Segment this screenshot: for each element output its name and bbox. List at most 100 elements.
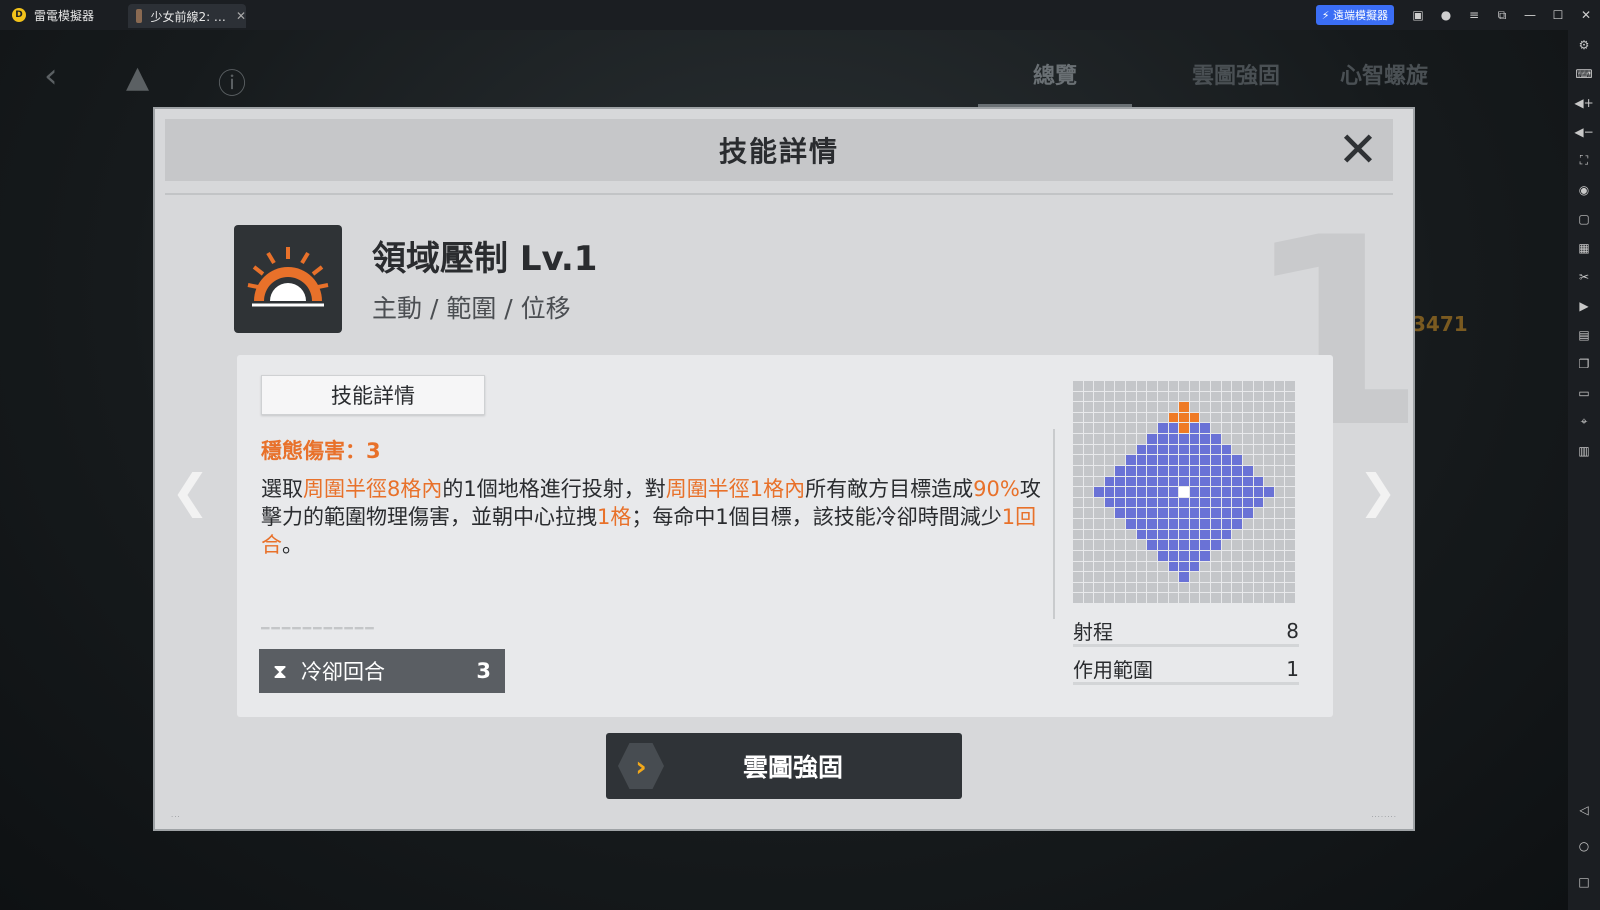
grid-cell	[1211, 465, 1221, 476]
grid-cell	[1083, 572, 1094, 582]
tab-cloud-enhance[interactable]: 雲圖強固	[1192, 58, 1280, 107]
grid-cell	[1242, 465, 1253, 476]
next-skill-arrow-icon[interactable]: ❯	[1358, 464, 1397, 518]
grid-cell	[1126, 444, 1136, 455]
grid-cell	[1104, 465, 1115, 476]
grid-cell	[1115, 550, 1126, 561]
grid-cell	[1211, 593, 1221, 603]
grid-cell	[1200, 402, 1211, 412]
menu-icon[interactable]: ≡	[1460, 0, 1488, 30]
back-arrow-icon[interactable]: ‹	[44, 56, 58, 96]
account-icon[interactable]: ●	[1432, 0, 1460, 30]
grid-cell	[1083, 540, 1094, 550]
description-highlight: 1格	[597, 505, 632, 529]
grid-cell	[1136, 423, 1147, 434]
grid-cell	[1094, 582, 1104, 593]
grid-cell	[1104, 423, 1115, 434]
corner-mark-left: ···	[171, 813, 181, 821]
info-icon[interactable]: ⓘ	[218, 62, 246, 102]
grid-cell	[1104, 487, 1115, 497]
tab-neural-helix[interactable]: 心智螺旋	[1340, 58, 1428, 107]
grid-cell	[1179, 572, 1189, 582]
grid-cell	[1168, 561, 1179, 572]
multi-instance-icon[interactable]: ❐	[1568, 349, 1600, 378]
grid-cell	[1253, 423, 1264, 434]
grid-cell	[1126, 593, 1136, 603]
close-window-icon[interactable]: ✕	[1572, 0, 1600, 30]
grid-cell	[1211, 391, 1221, 402]
sync-icon[interactable]: ▤	[1568, 320, 1600, 349]
grid-cell	[1168, 529, 1179, 540]
record-icon[interactable]: ▢	[1568, 204, 1600, 233]
recents-nav-icon[interactable]: □	[1568, 864, 1600, 900]
grid-cell	[1189, 593, 1200, 603]
settings-icon[interactable]: ⚙	[1568, 30, 1600, 59]
sunburst-gauge-icon	[247, 247, 329, 307]
grid-cell	[1253, 540, 1264, 550]
screenshot-icon[interactable]: ◉	[1568, 175, 1600, 204]
grid-cell	[1264, 444, 1274, 455]
fullscreen-icon[interactable]: ⛶	[1568, 146, 1600, 175]
maximize-icon[interactable]: ☐	[1544, 0, 1572, 30]
grid-cell	[1157, 540, 1168, 550]
stat-range-value: 8	[1286, 618, 1299, 643]
volume-up-icon[interactable]: ◀+	[1568, 88, 1600, 117]
grid-cell	[1104, 529, 1115, 540]
grid-cell	[1200, 391, 1211, 402]
video-icon[interactable]: ▶	[1568, 291, 1600, 320]
grid-cell	[1242, 412, 1253, 423]
cloud-enhance-button[interactable]: › 雲圖強固	[606, 733, 962, 799]
remote-emulator-button[interactable]: ⚡ 遠端模擬器	[1315, 5, 1394, 25]
pin-icon[interactable]: ⧉	[1488, 0, 1516, 30]
tab-overview[interactable]: 總覽	[977, 58, 1132, 107]
detail-tab[interactable]: 技能詳情	[261, 375, 485, 415]
grid-cell	[1115, 508, 1126, 518]
more-icon[interactable]: ▥	[1568, 436, 1600, 465]
grid-cell	[1083, 402, 1094, 412]
grid-cell	[1179, 381, 1189, 391]
grid-cell	[1189, 434, 1200, 444]
minimize-icon[interactable]: —	[1516, 0, 1544, 30]
recycle-icon[interactable]: ▲	[126, 60, 149, 95]
stat-area: 作用範圍 1	[1073, 655, 1299, 685]
grid-cell	[1104, 455, 1115, 465]
grid-cell	[1253, 529, 1264, 540]
grid-cell	[1115, 444, 1126, 455]
grid-cell	[1147, 487, 1157, 497]
grid-cell	[1083, 508, 1094, 518]
grid-cell	[1136, 381, 1147, 391]
prev-skill-arrow-icon[interactable]: ❮	[171, 464, 210, 518]
grid-cell	[1242, 519, 1253, 529]
tab-close-icon[interactable]: ✕	[236, 9, 246, 23]
grid-cell	[1168, 391, 1179, 402]
cut-icon[interactable]: ✂	[1568, 262, 1600, 291]
grid-cell	[1285, 402, 1295, 412]
grid-cell	[1136, 550, 1147, 561]
grid-cell	[1083, 476, 1094, 487]
scrollbar[interactable]	[1053, 429, 1055, 619]
modal-header: 技能詳情 ✕	[165, 119, 1393, 181]
grid-cell	[1168, 412, 1179, 423]
volume-down-icon[interactable]: ◀−	[1568, 117, 1600, 146]
folder-icon[interactable]: ▭	[1568, 378, 1600, 407]
emulator-sidebar: ⚙ ⌨ ◀+ ◀− ⛶ ◉ ▢ ▦ ✂ ▶ ▤ ❐ ▭ ⌖ ▥ ◁ ○ □	[1568, 30, 1600, 910]
grid-cell	[1094, 465, 1104, 476]
back-nav-icon[interactable]: ◁	[1568, 792, 1600, 828]
grid-cell	[1168, 465, 1179, 476]
grid-cell	[1221, 487, 1232, 497]
gift-icon[interactable]: ▣	[1404, 0, 1432, 30]
grid-cell	[1104, 593, 1115, 603]
grid-cell	[1136, 572, 1147, 582]
game-tab[interactable]: 少女前線2: … ✕	[128, 4, 246, 28]
location-icon[interactable]: ⌖	[1568, 407, 1600, 436]
grid-cell	[1253, 593, 1264, 603]
install-apk-icon[interactable]: ▦	[1568, 233, 1600, 262]
grid-cell	[1221, 497, 1232, 508]
chevron-right-icon: ›	[618, 743, 664, 789]
grid-cell	[1221, 434, 1232, 444]
keyboard-icon[interactable]: ⌨	[1568, 59, 1600, 88]
grid-cell	[1221, 476, 1232, 487]
home-nav-icon[interactable]: ○	[1568, 828, 1600, 864]
grid-cell	[1232, 391, 1242, 402]
close-icon[interactable]: ✕	[1333, 125, 1383, 175]
